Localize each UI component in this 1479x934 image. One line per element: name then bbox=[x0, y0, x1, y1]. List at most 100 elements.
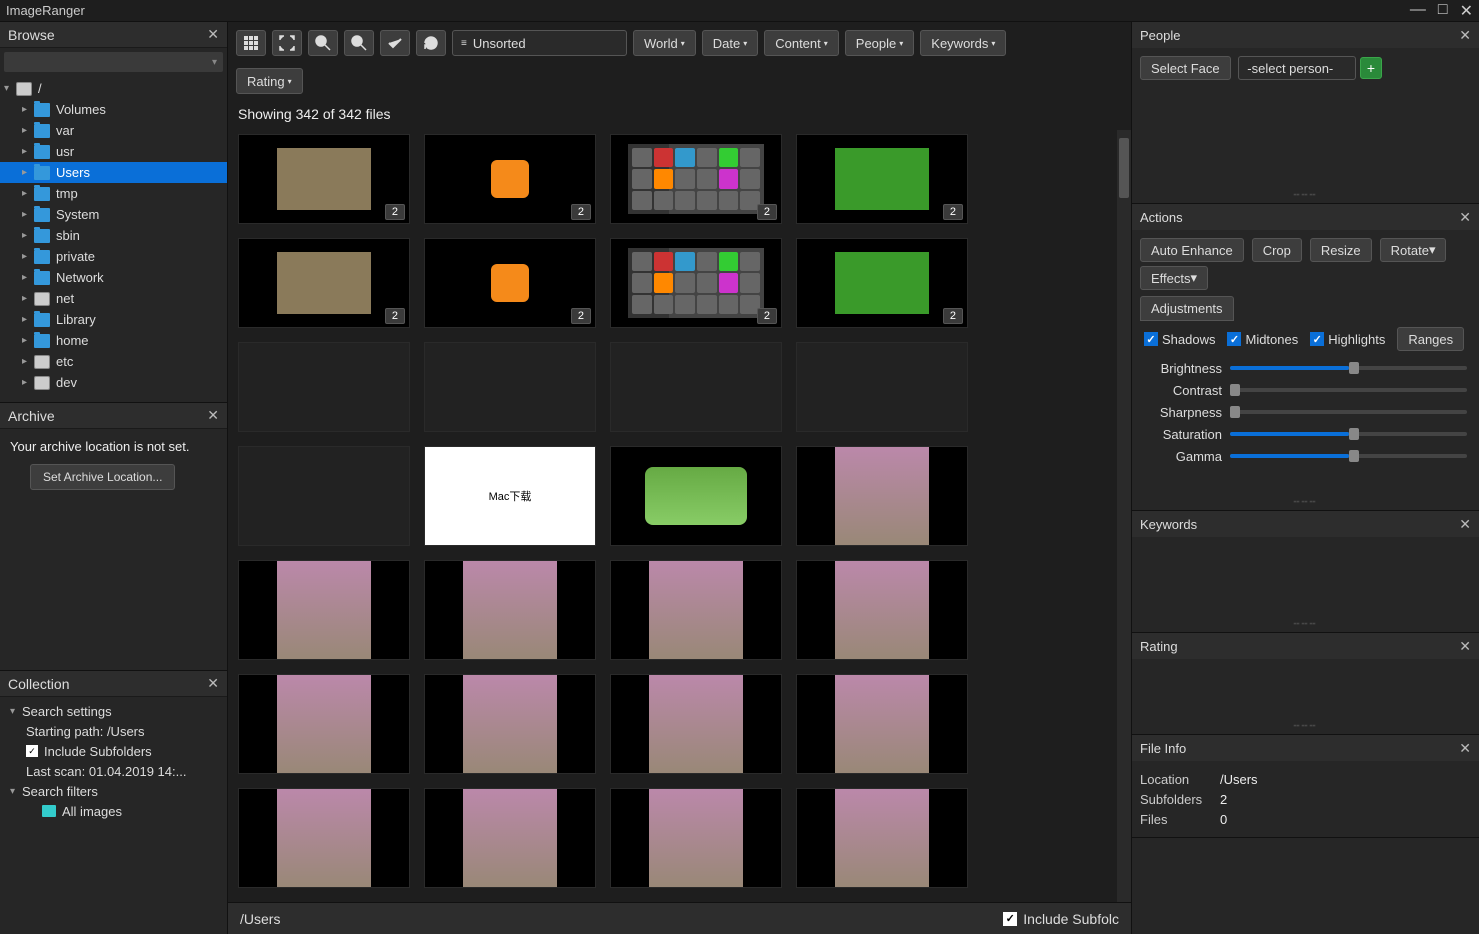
tree-item-var[interactable]: ▸var bbox=[0, 120, 227, 141]
effects-button[interactable]: Effects▾ bbox=[1140, 266, 1208, 290]
tree-item-net[interactable]: ▸net bbox=[0, 288, 227, 309]
thumbnail[interactable] bbox=[796, 560, 968, 660]
auto-enhance-button[interactable]: Auto Enhance bbox=[1140, 238, 1244, 262]
set-archive-button[interactable]: Set Archive Location... bbox=[30, 464, 175, 490]
search-filters[interactable]: ▾Search filters bbox=[4, 781, 223, 801]
tree-item-etc[interactable]: ▸etc bbox=[0, 351, 227, 372]
tree-root[interactable]: ▾/ bbox=[0, 78, 227, 99]
contrast-slider[interactable]: Contrast bbox=[1140, 379, 1471, 401]
tree-item-users[interactable]: ▸Users bbox=[0, 162, 227, 183]
midtones-check[interactable]: ✓Midtones bbox=[1227, 332, 1298, 347]
ranges-button[interactable]: Ranges bbox=[1397, 327, 1464, 351]
close-icon[interactable]: ✕ bbox=[207, 407, 219, 424]
tree-item-usr[interactable]: ▸usr bbox=[0, 141, 227, 162]
thumbnail[interactable] bbox=[238, 560, 410, 660]
thumbnail[interactable]: 2 bbox=[424, 238, 596, 328]
folder-tree: ▾/▸Volumes▸var▸usr▸Users▸tmp▸System▸sbin… bbox=[0, 76, 227, 402]
tree-item-system[interactable]: ▸System bbox=[0, 204, 227, 225]
crop-button[interactable]: Crop bbox=[1252, 238, 1302, 262]
select-person-dropdown[interactable]: -select person- bbox=[1238, 56, 1356, 80]
thumbnail[interactable]: 2 bbox=[238, 134, 410, 224]
thumbnail[interactable] bbox=[238, 342, 410, 432]
thumbnail[interactable]: Mac下载 bbox=[424, 446, 596, 546]
close-icon[interactable]: ✕ bbox=[1459, 27, 1471, 44]
resize-grip[interactable]: ┉┉┉ bbox=[1132, 188, 1479, 203]
minimize-button[interactable]: — bbox=[1410, 1, 1426, 21]
tree-item-tmp[interactable]: ▸tmp bbox=[0, 183, 227, 204]
close-icon[interactable]: ✕ bbox=[1459, 209, 1471, 226]
sharpness-slider[interactable]: Sharpness bbox=[1140, 401, 1471, 423]
tree-item-home[interactable]: ▸home bbox=[0, 330, 227, 351]
zoom-in-button[interactable] bbox=[308, 30, 338, 56]
thumbnail[interactable]: 2 bbox=[238, 238, 410, 328]
resize-grip[interactable]: ┉┉┉ bbox=[1132, 719, 1479, 734]
tree-item-volumes[interactable]: ▸Volumes bbox=[0, 99, 227, 120]
thumbnail[interactable] bbox=[424, 788, 596, 888]
thumbnail[interactable] bbox=[238, 446, 410, 546]
thumbnail[interactable]: 2 bbox=[796, 238, 968, 328]
thumbnail[interactable] bbox=[610, 674, 782, 774]
tree-item-private[interactable]: ▸private bbox=[0, 246, 227, 267]
thumbnail[interactable] bbox=[796, 674, 968, 774]
fullscreen-button[interactable] bbox=[272, 30, 302, 56]
highlights-check[interactable]: ✓Highlights bbox=[1310, 332, 1385, 347]
content-filter[interactable]: Content▾ bbox=[764, 30, 839, 56]
people-filter[interactable]: People▾ bbox=[845, 30, 915, 56]
thumbnail[interactable] bbox=[424, 674, 596, 774]
thumbnail[interactable] bbox=[796, 342, 968, 432]
thumbnail[interactable] bbox=[238, 674, 410, 774]
keywords-filter[interactable]: Keywords▾ bbox=[920, 30, 1006, 56]
thumbnail[interactable] bbox=[796, 446, 968, 546]
archive-header: Archive ✕ bbox=[0, 403, 227, 429]
zoom-out-button[interactable] bbox=[344, 30, 374, 56]
shadows-check[interactable]: ✓Shadows bbox=[1144, 332, 1215, 347]
date-filter[interactable]: Date▾ bbox=[702, 30, 758, 56]
thumbnail[interactable] bbox=[796, 788, 968, 888]
thumbnail[interactable] bbox=[610, 788, 782, 888]
thumbnail[interactable] bbox=[424, 560, 596, 660]
close-button[interactable]: ✕ bbox=[1460, 1, 1473, 21]
tree-item-sbin[interactable]: ▸sbin bbox=[0, 225, 227, 246]
thumbnail[interactable] bbox=[238, 788, 410, 888]
gamma-slider[interactable]: Gamma bbox=[1140, 445, 1471, 467]
sort-select[interactable]: ≡Unsorted bbox=[452, 30, 627, 56]
grid-view-button[interactable] bbox=[236, 30, 266, 56]
add-person-button[interactable]: + bbox=[1360, 57, 1382, 79]
thumbnail[interactable] bbox=[424, 342, 596, 432]
tree-item-library[interactable]: ▸Library bbox=[0, 309, 227, 330]
select-face-button[interactable]: Select Face bbox=[1140, 56, 1231, 80]
close-icon[interactable]: ✕ bbox=[1459, 740, 1471, 757]
thumbnail[interactable]: 2 bbox=[796, 134, 968, 224]
rating-filter[interactable]: Rating▾ bbox=[236, 68, 303, 94]
saturation-slider[interactable]: Saturation bbox=[1140, 423, 1471, 445]
refresh-button[interactable] bbox=[416, 30, 446, 56]
thumbnail[interactable] bbox=[610, 342, 782, 432]
world-filter[interactable]: World▾ bbox=[633, 30, 696, 56]
search-settings[interactable]: ▾Search settings bbox=[4, 701, 223, 721]
include-subfolders-check[interactable]: ✓ Include Subfolc bbox=[1003, 911, 1119, 927]
close-icon[interactable]: ✕ bbox=[1459, 638, 1471, 655]
tree-item-dev[interactable]: ▸dev bbox=[0, 372, 227, 393]
close-icon[interactable]: ✕ bbox=[207, 26, 219, 43]
check-button[interactable] bbox=[380, 30, 410, 56]
thumbnail[interactable]: 2 bbox=[610, 134, 782, 224]
resize-grip[interactable]: ┉┉┉ bbox=[1132, 617, 1479, 632]
thumbnail[interactable] bbox=[610, 446, 782, 546]
close-icon[interactable]: ✕ bbox=[207, 675, 219, 692]
tree-item-network[interactable]: ▸Network bbox=[0, 267, 227, 288]
adjustments-tab[interactable]: Adjustments bbox=[1140, 296, 1234, 321]
scrollbar[interactable] bbox=[1117, 130, 1131, 902]
thumbnail[interactable]: 2 bbox=[424, 134, 596, 224]
include-subfolders-option[interactable]: ✓Include Subfolders bbox=[4, 741, 223, 761]
window-controls: — □ ✕ bbox=[1410, 1, 1473, 21]
thumbnail[interactable] bbox=[610, 560, 782, 660]
resize-button[interactable]: Resize bbox=[1310, 238, 1372, 262]
close-icon[interactable]: ✕ bbox=[1459, 516, 1471, 533]
all-images-filter[interactable]: All images bbox=[4, 801, 223, 821]
browse-dropdown[interactable]: ▾ bbox=[4, 52, 223, 72]
brightness-slider[interactable]: Brightness bbox=[1140, 357, 1471, 379]
rotate-button[interactable]: Rotate▾ bbox=[1380, 238, 1447, 262]
maximize-button[interactable]: □ bbox=[1438, 1, 1448, 21]
thumbnail[interactable]: 2 bbox=[610, 238, 782, 328]
resize-grip[interactable]: ┉┉┉ bbox=[1132, 495, 1479, 510]
